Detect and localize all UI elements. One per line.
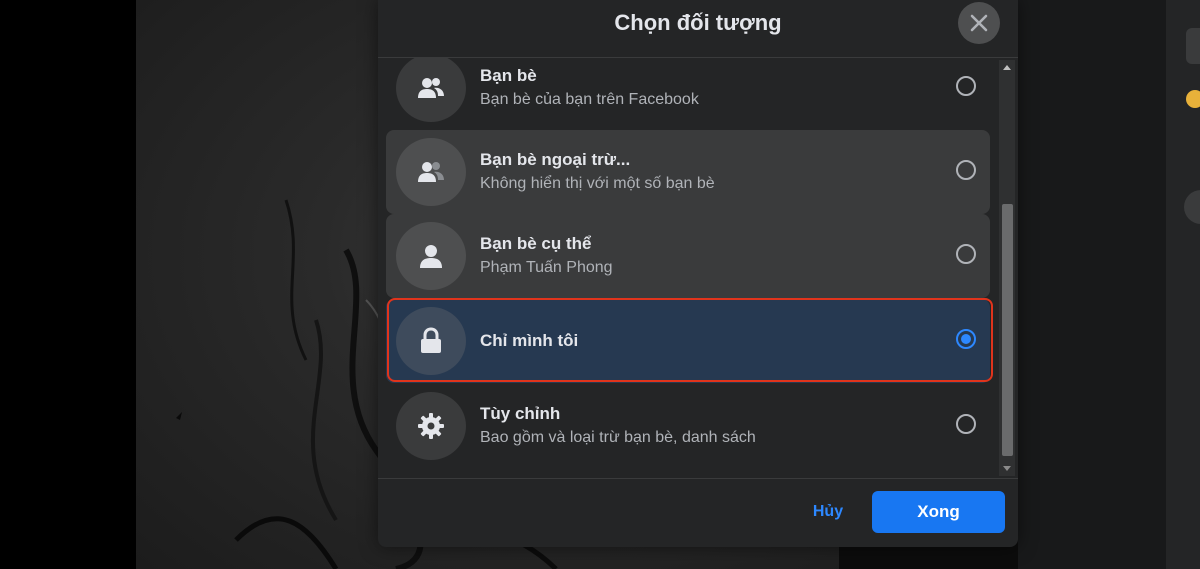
radio-button[interactable] [956, 76, 976, 96]
option-icon-circle [396, 392, 466, 460]
option-title: Bạn bè ngoại trừ... [480, 150, 631, 169]
option-title: Chỉ mình tôi [480, 331, 579, 350]
option-specific-friends[interactable]: Bạn bè cụ thể Phạm Tuấn Phong [386, 214, 990, 298]
close-button[interactable] [958, 2, 1000, 44]
option-icon-circle [396, 138, 466, 206]
lock-icon [421, 327, 441, 353]
option-title: Bạn bè cụ thể [480, 234, 592, 253]
option-subtitle: Bao gồm và loại trừ bạn bè, danh sách [480, 429, 756, 446]
option-icon-circle [396, 307, 466, 375]
radio-button[interactable] [956, 414, 976, 434]
scroll-down-arrow[interactable] [999, 460, 1015, 476]
cancel-button[interactable]: Hủy [800, 491, 856, 533]
option-title: Tùy chỉnh [480, 404, 561, 423]
option-friends-except[interactable]: Bạn bè ngoại trừ... Không hiển thị với m… [386, 130, 990, 214]
gear-icon [418, 413, 444, 439]
option-title: Bạn bè [480, 66, 537, 85]
person-icon [420, 245, 442, 268]
audience-dialog: Chọn đối tượng Bạn bè Bạn bè của bạn trê… [378, 0, 1018, 547]
radio-button-checked[interactable] [956, 329, 976, 349]
friends-except-icon [418, 162, 444, 182]
right-sidebar-edge [1166, 0, 1200, 569]
friends-icon [418, 78, 444, 98]
scroll-thumb[interactable] [1002, 204, 1013, 456]
scrollbar[interactable] [999, 60, 1015, 476]
scroll-up-arrow[interactable] [999, 60, 1015, 76]
background-right-panel [1018, 0, 1200, 569]
sidebar-item [1186, 28, 1200, 64]
close-icon [970, 14, 988, 32]
option-icon-circle [396, 222, 466, 290]
dialog-title: Chọn đối tượng [614, 10, 782, 35]
radio-button[interactable] [956, 244, 976, 264]
option-icon-circle [396, 58, 466, 122]
dialog-header: Chọn đối tượng [378, 0, 1018, 58]
radio-button[interactable] [956, 160, 976, 180]
option-subtitle: Phạm Tuấn Phong [480, 259, 613, 276]
option-friends[interactable]: Bạn bè Bạn bè của bạn trên Facebook [386, 58, 990, 130]
audience-options-list: Bạn bè Bạn bè của bạn trên Facebook Bạn … [386, 58, 990, 478]
background-left-panel [0, 0, 136, 569]
option-only-me[interactable]: Chỉ mình tôi [386, 299, 990, 383]
option-custom[interactable]: Tùy chỉnh Bao gồm và loại trừ bạn bè, da… [386, 384, 990, 468]
option-subtitle: Bạn bè của bạn trên Facebook [480, 91, 699, 108]
emoji-icon [1186, 90, 1200, 108]
done-button[interactable]: Xong [872, 491, 1005, 533]
dialog-footer: Hủy Xong [378, 478, 1018, 547]
option-subtitle: Không hiển thị với một số bạn bè [480, 175, 715, 192]
